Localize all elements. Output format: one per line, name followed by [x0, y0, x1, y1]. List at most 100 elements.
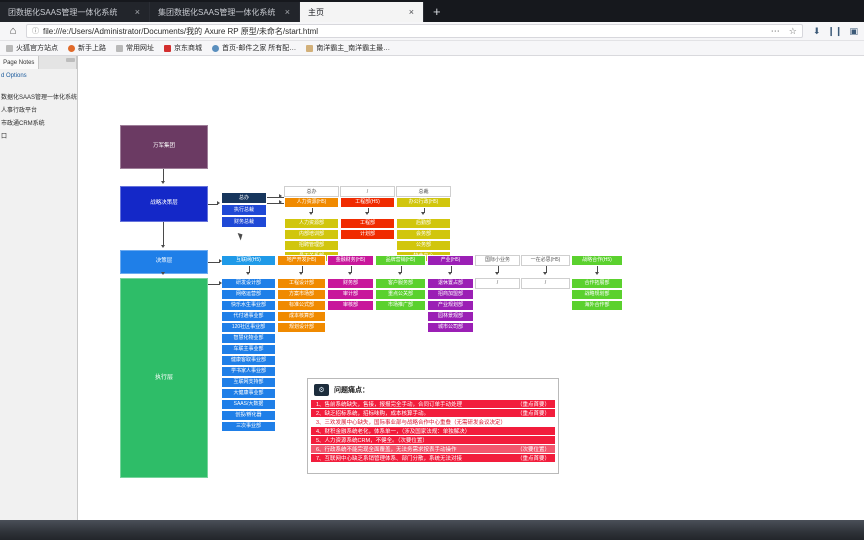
top-column-title[interactable]: 工程部(H5): [340, 197, 395, 208]
department-cell[interactable]: 规划设计部: [277, 322, 326, 333]
mouse-cursor: [237, 231, 245, 241]
department-cell[interactable]: 退休置占部: [427, 278, 474, 289]
department-cell[interactable]: 三次事业部: [221, 421, 276, 432]
department-cell[interactable]: 城市公司部: [427, 322, 474, 333]
department-cell[interactable]: 工程部: [340, 218, 395, 229]
pain-point-row: 1、售前系统缺失，售接，报报完全手动，合同订单手动处理 （重点首要）: [311, 400, 555, 408]
tab-title: 集团数据化SAAS管理一体化系统: [158, 7, 276, 17]
department-cell[interactable]: 后勤部: [396, 218, 451, 229]
sidebar-widget-options-label[interactable]: d Options: [0, 69, 77, 82]
diagram-layer-execution[interactable]: 执行层: [120, 278, 208, 478]
department-cell[interactable]: 车联主事业部: [221, 344, 276, 355]
sidebar-item-3[interactable]: 口: [0, 129, 77, 142]
department-cell[interactable]: /: [475, 278, 520, 289]
mid-column-title[interactable]: 互联网(H5): [221, 255, 276, 266]
department-cell[interactable]: 重点公关部: [375, 289, 426, 300]
department-cell[interactable]: 产业规划部: [427, 300, 474, 311]
arrow-icon: [279, 194, 282, 198]
sidebar-item-1[interactable]: 人事行政平台: [0, 103, 77, 116]
bookmark-item[interactable]: 南洋霸主_南洋霸主最…: [306, 43, 390, 53]
address-bar[interactable]: ⓘ file:///e:/Users/Administrator/Documen…: [26, 24, 803, 38]
department-cell[interactable]: 大健康事业部: [221, 388, 276, 399]
sidebar-item-2[interactable]: 市政通CRM系统: [0, 116, 77, 129]
department-cell[interactable]: 网络运营部: [221, 289, 276, 300]
sidebar-resize-handle[interactable]: [66, 58, 75, 62]
diagram-layer-decision[interactable]: 决策层: [120, 250, 208, 274]
department-cell[interactable]: /: [521, 278, 570, 289]
site-info-icon[interactable]: ⓘ: [32, 26, 39, 36]
sidebar-item-0[interactable]: 数据化SAAS管理一体化系统: [0, 90, 77, 103]
department-cell[interactable]: 会务部: [396, 229, 451, 240]
department-cell[interactable]: 创投/孵化器: [221, 410, 276, 421]
department-cell[interactable]: 互联网支持部: [221, 377, 276, 388]
top-column-title[interactable]: 人力资源(H5): [284, 197, 339, 208]
download-icon[interactable]: ⬇: [813, 26, 821, 37]
department-cell[interactable]: 园林景观部: [427, 311, 474, 322]
pain-point-row: 5、人力资源系统CRM，不健全。（次要位置）: [311, 436, 555, 444]
department-cell[interactable]: 工程设计部: [277, 278, 326, 289]
bookmark-item[interactable]: 火狐官方站点: [6, 43, 58, 53]
department-cell[interactable]: 审计部: [327, 289, 374, 300]
sidebar-tab-page-notes[interactable]: Page Notes: [0, 56, 39, 69]
department-cell[interactable]: SAAS/大数据: [221, 399, 276, 410]
mid-column-title[interactable]: 国际小业务: [475, 255, 520, 266]
diagram-root-node[interactable]: 万军集团: [120, 125, 208, 169]
department-cell[interactable]: 客户服务部: [375, 278, 426, 289]
exec-group-cell[interactable]: 财务总裁: [221, 216, 267, 228]
new-tab-button[interactable]: +: [424, 2, 450, 22]
department-cell[interactable]: 人力资源部: [284, 218, 339, 229]
department-cell[interactable]: 标准公式部: [277, 300, 326, 311]
top-column-title[interactable]: 办公行政(H5): [396, 197, 451, 208]
department-cell[interactable]: 招聘管理部: [284, 240, 339, 251]
mid-column-title[interactable]: 产业(H5): [427, 255, 474, 266]
library-icon[interactable]: ❙❙: [827, 26, 842, 37]
mid-column-title[interactable]: 一在必思(H5): [521, 255, 570, 266]
bookmark-item[interactable]: 常用网址: [116, 43, 154, 53]
mid-column-title[interactable]: 战略合作(H5): [571, 255, 623, 266]
department-cell[interactable]: 招商加盟部: [427, 289, 474, 300]
exec-group-cell[interactable]: 总办: [221, 192, 267, 204]
browser-tab-3-active[interactable]: 主页 ×: [300, 2, 424, 22]
department-cell[interactable]: 代付通事业部: [221, 311, 276, 322]
connector-line: [311, 208, 313, 213]
department-cell[interactable]: 学书家人事业部: [221, 366, 276, 377]
department-cell[interactable]: 健康客取事业部: [221, 355, 276, 366]
close-icon[interactable]: ×: [132, 7, 143, 17]
department-cell[interactable]: 方案市场部: [277, 289, 326, 300]
mid-column-title[interactable]: 品牌营销(H5): [375, 255, 426, 266]
department-cell[interactable]: 海外合作部: [571, 300, 623, 311]
close-icon[interactable]: ×: [406, 7, 417, 17]
department-cell[interactable]: 成本核算部: [277, 311, 326, 322]
mid-column-title[interactable]: 地产开发(H5): [277, 255, 326, 266]
department-cell[interactable]: 战略规划部: [571, 289, 623, 300]
browser-tab-2[interactable]: 集团数据化SAAS管理一体化系统 ×: [150, 2, 300, 22]
bookmark-star-icon[interactable]: ☆: [785, 26, 797, 37]
department-cell[interactable]: 智慧化物业部: [221, 333, 276, 344]
page-content: Page Notes d Options 数据化SAAS管理一体化系统 人事行政…: [0, 56, 864, 520]
department-cell[interactable]: 快乐水生事业部: [221, 300, 276, 311]
arrow-icon: [161, 245, 165, 248]
page-actions-icon[interactable]: ⋯: [771, 26, 781, 37]
close-icon[interactable]: ×: [282, 7, 293, 17]
department-cell[interactable]: 计划部: [340, 229, 395, 240]
exec-group-cell[interactable]: 执行总裁: [221, 204, 267, 216]
bookmark-item[interactable]: 新手上路: [68, 43, 106, 53]
bookmark-item[interactable]: 首页-邮件之家 所有配…: [212, 43, 296, 53]
bookmark-item[interactable]: 京东商城: [164, 43, 202, 53]
home-icon[interactable]: ⌂: [6, 24, 20, 38]
bookmark-favicon: [306, 44, 314, 52]
department-cell[interactable]: 公务部: [396, 240, 451, 251]
top-column-header: 总裁: [396, 186, 451, 197]
department-cell[interactable]: 120社区事业部: [221, 322, 276, 333]
url-text: file:///e:/Users/Administrator/Documents…: [43, 26, 319, 36]
department-cell[interactable]: 内部培训部: [284, 229, 339, 240]
department-cell[interactable]: 财务部: [327, 278, 374, 289]
department-cell[interactable]: 审核部: [327, 300, 374, 311]
department-cell[interactable]: 市场推广部: [375, 300, 426, 311]
mid-column-title[interactable]: 金融财务(H5): [327, 255, 374, 266]
department-cell[interactable]: 合作拓展部: [571, 278, 623, 289]
browser-tab-1[interactable]: 团数据化SAAS管理一体化系统 ×: [0, 2, 150, 22]
diagram-layer-strategic[interactable]: 战略决策层: [120, 186, 208, 222]
department-cell[interactable]: 研发设计部: [221, 278, 276, 289]
sidebar-icon[interactable]: ▣: [849, 26, 858, 37]
